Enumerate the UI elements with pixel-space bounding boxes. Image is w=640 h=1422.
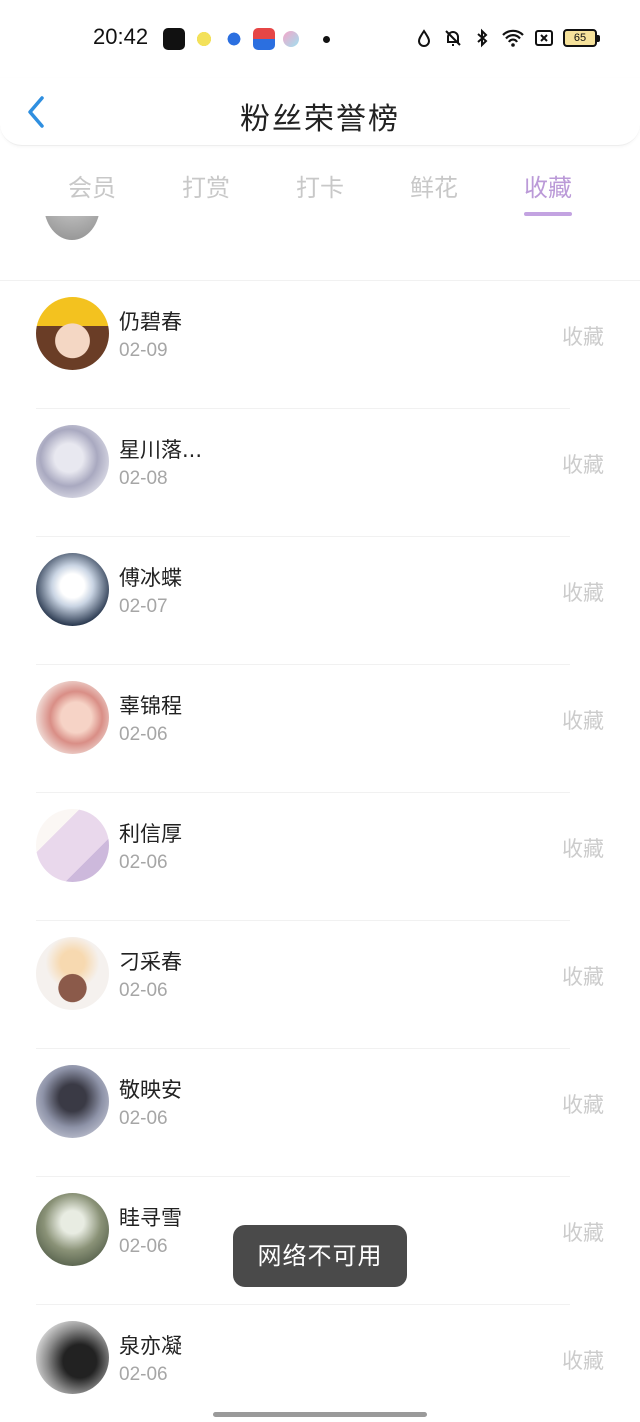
list-item[interactable]: 泉亦凝 02-06 收藏 [0, 1305, 640, 1402]
system-icons: 65 [414, 28, 600, 48]
fan-date: 02-06 [119, 1236, 168, 1257]
header: 粉丝荣誉榜 [0, 78, 640, 146]
bluetooth-icon [477, 28, 488, 48]
tab-flower[interactable]: 鲜花 [377, 160, 491, 216]
favorite-label: 收藏 [562, 1221, 604, 1245]
avatar[interactable] [36, 937, 109, 1010]
fan-name: 傅冰蝶 [119, 566, 182, 590]
fan-name: 泉亦凝 [119, 1334, 182, 1358]
fan-date: 02-09 [119, 340, 168, 361]
baidu-netdisk-icon [253, 28, 275, 50]
tab-member[interactable]: 会员 [35, 160, 149, 216]
battery-indicator: 65 [563, 29, 600, 47]
fan-name: 刁采春 [119, 950, 182, 974]
list-item[interactable]: 仍碧春 02-09 收藏 [0, 281, 640, 409]
fan-name: 辜锦程 [119, 694, 182, 718]
favorite-label: 收藏 [562, 325, 604, 349]
avatar[interactable] [36, 1065, 109, 1138]
baidu-icon [223, 28, 245, 50]
bubble-icon [283, 31, 299, 47]
avatar[interactable] [36, 809, 109, 882]
avatar[interactable] [36, 425, 109, 498]
tab-bar: 会员 打赏 打卡 鲜花 收藏 [35, 160, 605, 216]
dot-icon [323, 35, 330, 43]
tab-checkin[interactable]: 打卡 [263, 160, 377, 216]
fan-date: 02-06 [119, 1108, 168, 1129]
capcut-icon [163, 28, 185, 50]
wifi-icon [502, 29, 524, 47]
no-sim-icon [535, 30, 553, 46]
status-bar: 20:42 65 [0, 0, 640, 78]
favorite-label: 收藏 [562, 965, 604, 989]
list-item[interactable]: 刁采春 02-06 收藏 [0, 921, 640, 1049]
avatar[interactable] [36, 1321, 109, 1394]
network-toast: 网络不可用 [233, 1225, 407, 1287]
list-item[interactable]: 敬映安 02-06 收藏 [0, 1049, 640, 1177]
fan-name: 仍碧春 [119, 310, 182, 334]
fan-name: 星川落... [119, 438, 203, 462]
favorite-label: 收藏 [562, 581, 604, 605]
qq-icon [193, 28, 215, 50]
battery-level: 65 [563, 29, 597, 47]
fan-name: 眭寻雪 [119, 1206, 182, 1230]
fan-date: 02-06 [119, 852, 168, 873]
list-item [0, 216, 640, 281]
fan-date: 02-06 [119, 724, 168, 745]
fan-date: 02-07 [119, 596, 168, 617]
fan-date: 02-06 [119, 980, 168, 1001]
list-item[interactable]: 傅冰蝶 02-07 收藏 [0, 537, 640, 665]
fan-date: 02-08 [119, 468, 168, 489]
tab-favorite[interactable]: 收藏 [491, 160, 605, 216]
fan-date: 02-06 [119, 1364, 168, 1385]
nfc-icon [417, 29, 431, 47]
mute-icon [445, 30, 461, 46]
avatar [44, 216, 100, 240]
list-item[interactable]: 辜锦程 02-06 收藏 [0, 665, 640, 793]
favorite-label: 收藏 [562, 837, 604, 861]
page-title: 粉丝荣誉榜 [240, 102, 400, 137]
home-indicator[interactable] [213, 1412, 427, 1417]
favorite-label: 收藏 [562, 453, 604, 477]
status-time: 20:42 [93, 24, 149, 49]
avatar[interactable] [36, 1193, 109, 1266]
tab-tip[interactable]: 打赏 [149, 160, 263, 216]
fan-name: 敬映安 [119, 1078, 182, 1102]
list-item[interactable]: 利信厚 02-06 收藏 [0, 793, 640, 921]
fan-name: 利信厚 [119, 822, 182, 846]
avatar[interactable] [36, 681, 109, 754]
favorite-label: 收藏 [562, 1349, 604, 1373]
favorite-label: 收藏 [562, 709, 604, 733]
notification-icons [163, 28, 330, 50]
avatar[interactable] [36, 553, 109, 626]
avatar[interactable] [36, 297, 109, 370]
list-item[interactable]: 星川落... 02-08 收藏 [0, 409, 640, 537]
favorite-label: 收藏 [562, 1093, 604, 1117]
